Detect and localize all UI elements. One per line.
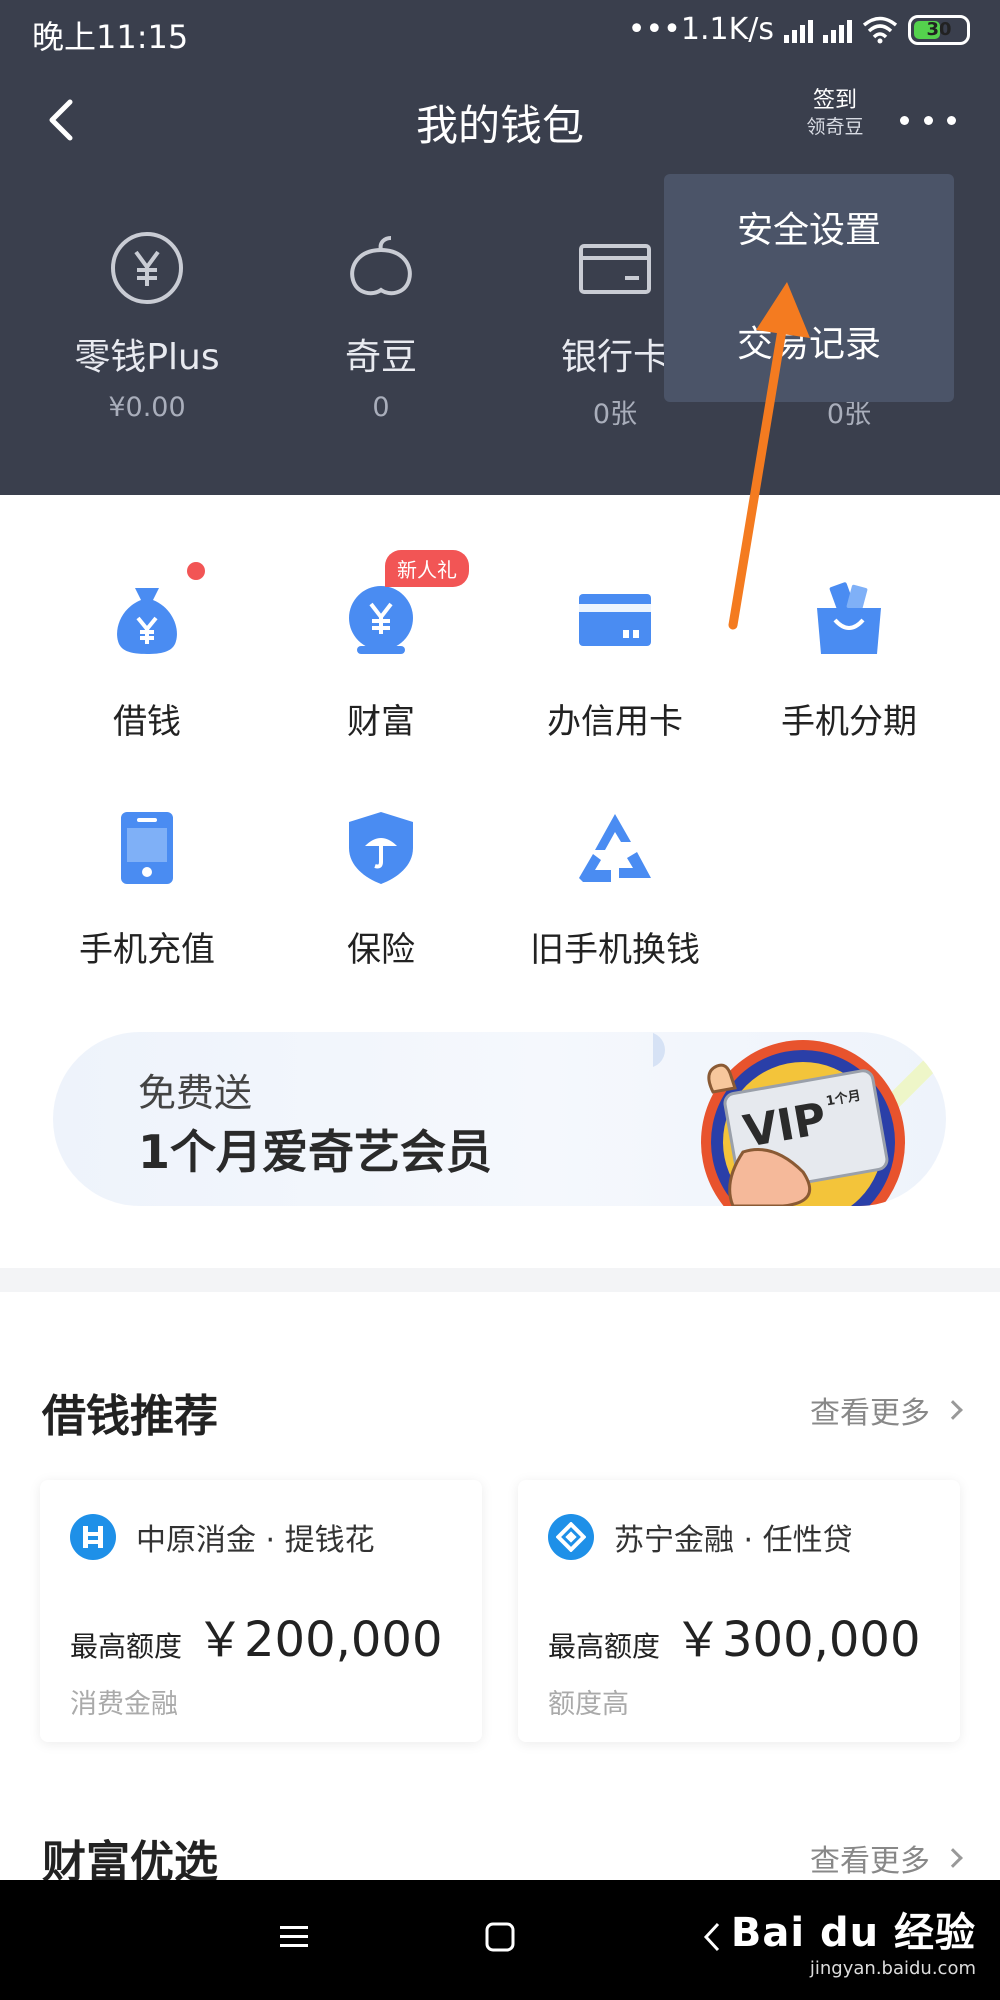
menu-icon[interactable] [278, 1920, 310, 1954]
loan-cards: 中原消金 · 提钱花 最高额度 ￥200,000 消费金融 苏宁金融 · 任性贷… [40, 1480, 960, 1742]
banner-subtitle: 免费送 [138, 1071, 253, 1115]
card-limit-label: 最高额度 [70, 1630, 183, 1663]
zhongyuan-logo-icon [70, 1514, 116, 1560]
service-label: 手机分期 [781, 702, 917, 742]
back-nav-icon[interactable] [700, 1920, 724, 1954]
service-borrow[interactable]: 借钱 [30, 560, 264, 788]
more-link-label: 查看更多 [810, 1844, 930, 1879]
battery-icon: 30 [908, 14, 970, 45]
section-divider [0, 1268, 1000, 1292]
asset-qidou[interactable]: 奇豆 0 [264, 230, 498, 450]
asset-name: 零钱Plus [74, 337, 220, 378]
shopping-bag-icon [809, 580, 889, 660]
service-label: 保险 [347, 930, 415, 970]
bean-icon [350, 236, 412, 296]
watermark-url: jingyan.baidu.com [809, 1958, 976, 1979]
card-product-name: 中原消金 · 提钱花 [136, 1523, 375, 1558]
services-grid: 借钱 新人礼 财富 办信用卡 手机分期 手机充值 保险 旧手机换钱 [30, 550, 970, 1016]
home-icon[interactable] [484, 1920, 516, 1954]
suning-logo-icon [548, 1514, 594, 1560]
shield-umbrella-icon [341, 808, 421, 888]
banner-title: 1个月爱奇艺会员 [138, 1125, 493, 1179]
service-installment[interactable]: 手机分期 [732, 560, 966, 788]
status-bar: 晚上11:15 •••1.1K/s 30 [0, 0, 1000, 60]
wealth-icon: 新人礼 [341, 550, 469, 660]
notification-dot [187, 562, 205, 580]
service-insurance[interactable]: 保险 [264, 788, 498, 1016]
card-limit-amount: ￥200,000 [196, 1612, 443, 1668]
service-label: 旧手机换钱 [530, 930, 700, 970]
more-link-label: 查看更多 [810, 1396, 930, 1431]
vip-card-illustration: VIP 1个月 [653, 1033, 946, 1206]
more-dropdown-menu: 安全设置 交易记录 [664, 174, 954, 402]
chevron-right-icon [943, 1848, 963, 1868]
loan-section-title: 借钱推荐 [42, 1391, 218, 1442]
service-credit-card[interactable]: 办信用卡 [498, 560, 732, 788]
system-nav-bar: Bai du 经验 jingyan.baidu.com [0, 1880, 1000, 2000]
nav-bar: 我的钱包 签到 领奇豆 [0, 70, 1000, 170]
wifi-icon [862, 16, 898, 43]
service-label: 办信用卡 [547, 702, 683, 742]
recycle-icon [575, 808, 655, 888]
signal-icon [823, 17, 852, 43]
asset-name: 奇豆 [344, 337, 417, 378]
watermark-brand: Bai du 经验 [730, 1910, 976, 1956]
money-bag-icon [107, 562, 205, 660]
asset-change-plus[interactable]: 零钱Plus ¥0.00 [30, 230, 264, 450]
promo-banner[interactable]: 免费送 1个月爱奇艺会员 VIP 1个月 [53, 1032, 946, 1206]
network-speed: •••1.1K/s [627, 12, 774, 47]
card-tag: 额度高 [548, 1689, 629, 1720]
card-limit-amount: ￥300,000 [674, 1612, 921, 1668]
status-time: 晚上11:15 [32, 18, 189, 56]
service-label: 借钱 [113, 702, 181, 742]
phone-icon [107, 808, 187, 888]
more-menu-button[interactable] [900, 110, 956, 130]
menu-item-transaction-records[interactable]: 交易记录 [664, 288, 954, 402]
loan-card[interactable]: 中原消金 · 提钱花 最高额度 ￥200,000 消费金融 [40, 1480, 482, 1742]
status-indicators: •••1.1K/s 30 [628, 12, 970, 47]
checkin-button[interactable]: 签到 领奇豆 [800, 88, 870, 140]
checkin-label: 签到 [812, 88, 857, 113]
signal-icon [784, 17, 813, 43]
asset-value: 0 [372, 392, 390, 423]
service-trade-in[interactable]: 旧手机换钱 [498, 788, 732, 1016]
card-product-name: 苏宁金融 · 任性贷 [614, 1523, 853, 1558]
asset-value: ¥0.00 [108, 392, 186, 423]
service-label: 手机充值 [79, 930, 215, 970]
wealth-more-link[interactable]: 查看更多 [810, 1836, 963, 1880]
credit-card-icon [575, 580, 655, 660]
new-user-badge: 新人礼 [385, 550, 469, 587]
menu-item-security-settings[interactable]: 安全设置 [664, 174, 954, 288]
battery-level: 30 [926, 19, 952, 40]
yuan-circle-icon [111, 232, 183, 304]
checkin-sublabel: 领奇豆 [806, 116, 864, 138]
bank-card-icon [579, 244, 651, 294]
baidu-watermark: Bai du 经验 jingyan.baidu.com [731, 1900, 976, 1979]
service-label: 财富 [347, 702, 415, 742]
chevron-right-icon [943, 1400, 963, 1420]
service-wealth[interactable]: 新人礼 财富 [264, 550, 498, 788]
service-phone-recharge[interactable]: 手机充值 [30, 788, 264, 1016]
card-tag: 消费金融 [70, 1689, 178, 1720]
card-limit-label: 最高额度 [548, 1630, 661, 1663]
loan-more-link[interactable]: 查看更多 [810, 1388, 963, 1432]
loan-card[interactable]: 苏宁金融 · 任性贷 最高额度 ￥300,000 额度高 [518, 1480, 960, 1742]
